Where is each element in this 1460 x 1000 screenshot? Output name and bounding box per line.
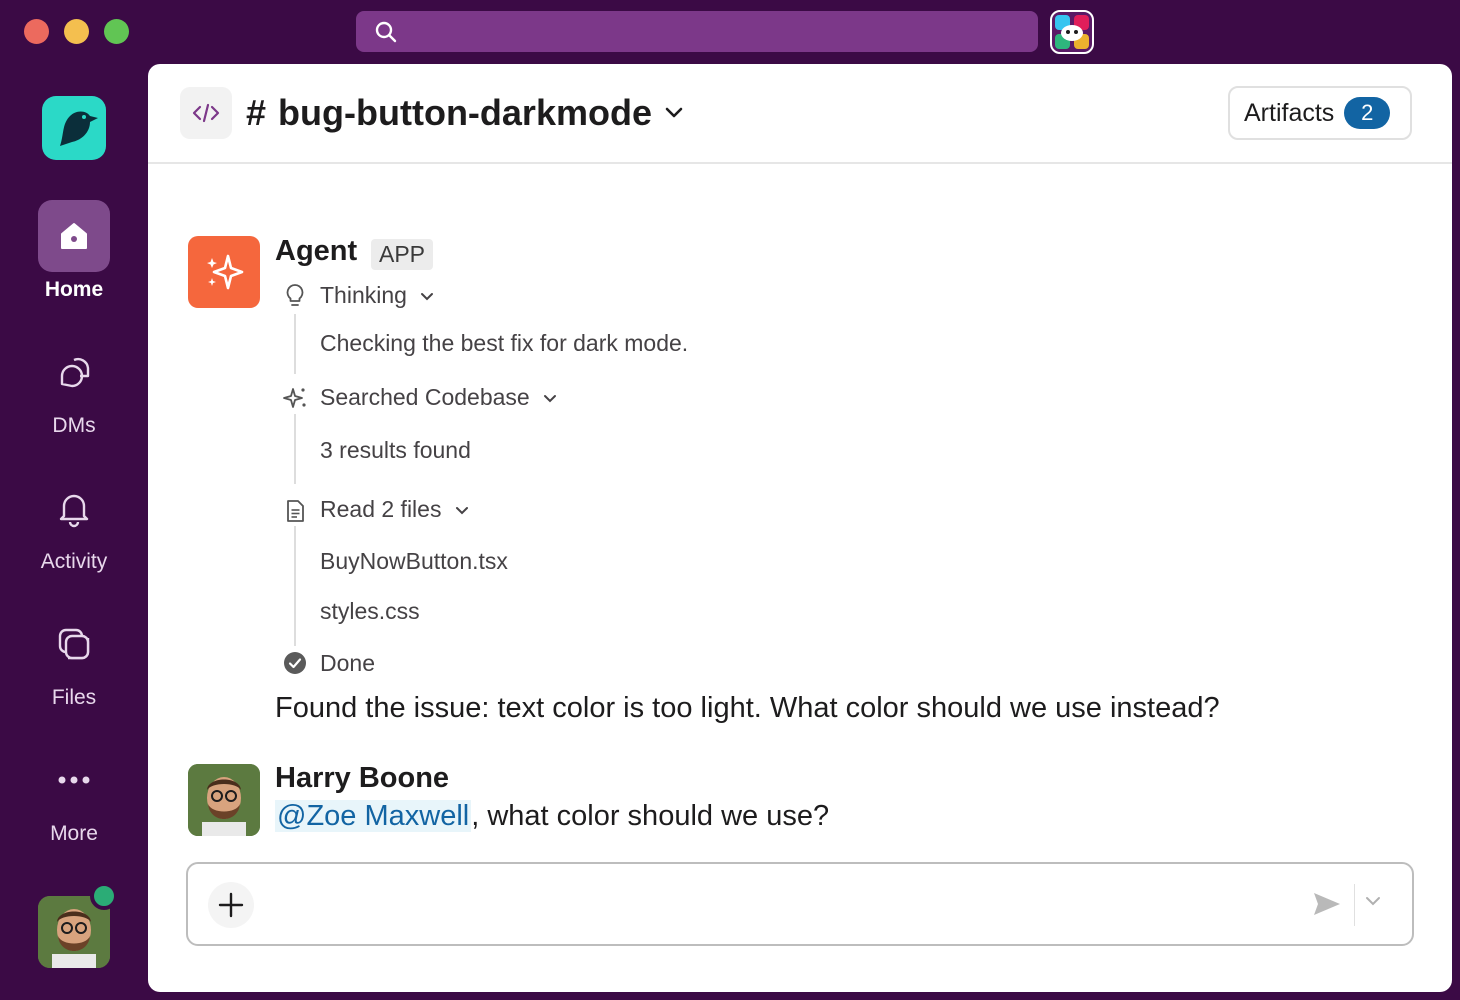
sidebar-item-dms[interactable]: DMs — [0, 336, 148, 438]
ai-app-icon[interactable] — [1050, 10, 1094, 54]
sidebar-item-files[interactable]: Files — [0, 608, 148, 710]
document-icon — [282, 498, 308, 524]
message-sender[interactable]: Harry Boone — [275, 762, 449, 795]
sidebar-item-activity[interactable]: Activity — [0, 472, 148, 574]
agent-avatar[interactable] — [188, 236, 260, 308]
file-item[interactable]: BuyNowButton.tsx — [320, 548, 508, 575]
sidebar-item-label: Activity — [40, 550, 108, 573]
chevron-down-icon — [1366, 897, 1380, 906]
send-button[interactable] — [1312, 890, 1342, 923]
more-icon — [38, 744, 110, 816]
sidebar-item-more[interactable]: More — [0, 744, 148, 846]
step-thinking-label: Thinking — [320, 282, 407, 308]
chevron-down-icon — [455, 506, 468, 515]
user-mention[interactable]: @Zoe Maxwell — [275, 800, 472, 832]
attach-button[interactable] — [208, 882, 254, 928]
send-options-button[interactable] — [1364, 894, 1382, 913]
divider — [1354, 884, 1355, 926]
channel-title[interactable]: # bug-button-darkmode — [246, 92, 684, 134]
chevron-down-icon — [665, 107, 683, 118]
sidebar-item-label: Home — [44, 278, 104, 301]
message-body: , what color should we use? — [471, 800, 830, 832]
workspace-logo[interactable] — [42, 96, 106, 160]
sidebar: Home DMs Activity Files More — [0, 64, 148, 1000]
sidebar-item-home[interactable]: Home — [0, 200, 148, 302]
app-tag: APP — [371, 239, 434, 270]
dms-icon — [38, 336, 110, 408]
message-sender[interactable]: Agent — [275, 235, 357, 268]
code-icon — [192, 103, 220, 123]
search-icon — [375, 21, 397, 43]
channel-view: # bug-button-darkmode Artifacts 2 Agent … — [148, 64, 1452, 992]
bird-icon — [60, 111, 98, 146]
message-composer[interactable] — [186, 862, 1414, 946]
step-thinking[interactable]: Thinking — [320, 282, 435, 309]
artifacts-button[interactable]: Artifacts 2 — [1228, 86, 1412, 140]
lightbulb-icon — [282, 282, 308, 310]
channel-canvas-button[interactable] — [180, 87, 232, 139]
thread-line — [294, 526, 296, 646]
sidebar-item-label: DMs — [52, 414, 96, 437]
harry-message-text: @Zoe Maxwell, what color should we use? — [275, 800, 829, 833]
step-read-label: Read 2 files — [320, 496, 442, 522]
file-item[interactable]: styles.css — [320, 598, 420, 625]
title-bar — [0, 0, 1460, 64]
search-bar[interactable] — [356, 11, 1038, 52]
home-icon — [38, 200, 110, 272]
minimize-window-button[interactable] — [64, 19, 89, 44]
plus-icon — [218, 892, 244, 918]
step-done: Done — [320, 650, 375, 676]
artifacts-count-badge: 2 — [1344, 97, 1391, 129]
zoom-window-button[interactable] — [104, 19, 129, 44]
step-read-files[interactable]: Read 2 files — [320, 496, 470, 523]
bell-icon — [38, 472, 110, 544]
thread-line — [294, 414, 296, 484]
files-icon — [38, 608, 110, 680]
channel-header: # bug-button-darkmode Artifacts 2 — [148, 64, 1452, 164]
step-thinking-detail: Checking the best fix for dark mode. — [320, 330, 689, 356]
agent-message-text: Found the issue: text color is too light… — [275, 692, 1220, 724]
sidebar-item-label: More — [50, 822, 98, 845]
check-circle-icon — [282, 650, 308, 676]
artifacts-label: Artifacts — [1244, 98, 1335, 127]
close-window-button[interactable] — [24, 19, 49, 44]
channel-hash: # — [246, 92, 267, 133]
thread-line — [294, 314, 296, 374]
step-searched[interactable]: Searched Codebase — [320, 384, 558, 411]
send-icon — [1314, 893, 1340, 915]
chevron-down-icon — [544, 394, 557, 403]
sidebar-item-label: Files — [51, 686, 97, 709]
chevron-down-icon — [421, 292, 434, 301]
step-searched-detail: 3 results found — [320, 437, 471, 463]
channel-name-label: bug-button-darkmode — [278, 92, 652, 133]
step-searched-label: Searched Codebase — [320, 384, 530, 410]
sparkle-search-icon — [282, 385, 308, 411]
presence-indicator — [90, 882, 118, 910]
harry-avatar[interactable] — [188, 764, 260, 836]
sparkle-icon — [207, 254, 244, 290]
